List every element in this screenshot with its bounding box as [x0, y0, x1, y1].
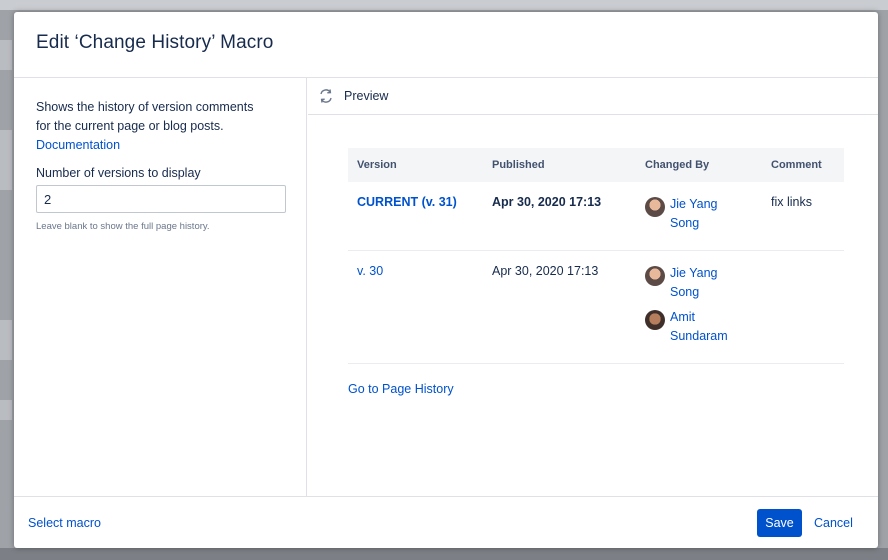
comment-cell: [762, 250, 844, 364]
versions-input[interactable]: [36, 185, 286, 213]
version-link[interactable]: CURRENT (v. 31): [357, 195, 457, 209]
user-link[interactable]: Jie Yang Song: [670, 195, 730, 233]
user-link[interactable]: Amit Sundaram: [670, 308, 740, 346]
macro-settings-panel: Shows the history of version comments fo…: [14, 78, 307, 496]
background-block: [0, 40, 12, 70]
avatar[interactable]: [645, 197, 665, 217]
avatar[interactable]: [645, 266, 665, 286]
versions-field-label: Number of versions to display: [36, 166, 201, 180]
preview-label: Preview: [344, 89, 389, 103]
version-cell: v. 30: [348, 250, 483, 364]
save-button[interactable]: Save: [757, 509, 802, 537]
refresh-icon[interactable]: [318, 88, 334, 104]
table-row: CURRENT (v. 31) Apr 30, 2020 17:13 Jie Y…: [348, 182, 844, 251]
preview-panel: Preview Version Published Changed By Com…: [308, 78, 878, 496]
published-cell: Apr 30, 2020 17:13: [483, 250, 636, 364]
dialog-title: Edit ‘Change History’ Macro: [36, 32, 274, 53]
macro-editor-dialog: Edit ‘Change History’ Macro Shows the hi…: [14, 12, 878, 548]
description-text: Shows the history of version comments fo…: [36, 100, 254, 133]
user-entry: Jie Yang Song: [645, 264, 762, 302]
column-header-version: Version: [348, 148, 483, 182]
background-block: [0, 130, 12, 190]
changed-by-cell: Jie Yang Song: [636, 182, 762, 251]
version-link[interactable]: v. 30: [357, 264, 383, 278]
published-cell: Apr 30, 2020 17:13: [483, 182, 636, 251]
background-footer: [0, 548, 888, 560]
comment-cell: fix links: [762, 182, 844, 251]
dialog-footer: Select macro Save Cancel: [14, 496, 878, 548]
avatar[interactable]: [645, 310, 665, 330]
column-header-comment: Comment: [762, 148, 844, 182]
column-header-changed-by: Changed By: [636, 148, 762, 182]
version-cell: CURRENT (v. 31): [348, 182, 483, 251]
macro-description: Shows the history of version comments fo…: [36, 98, 266, 155]
table-row: v. 30 Apr 30, 2020 17:13 Jie Yang Song A…: [348, 250, 844, 364]
change-history-table: Version Published Changed By Comment CUR…: [348, 148, 844, 364]
user-entry: Jie Yang Song: [645, 195, 762, 233]
select-macro-link[interactable]: Select macro: [28, 516, 101, 530]
background-block: [0, 320, 12, 360]
go-to-page-history-link[interactable]: Go to Page History: [348, 382, 454, 396]
user-entry: Amit Sundaram: [645, 308, 762, 346]
versions-field-hint: Leave blank to show the full page histor…: [36, 221, 210, 232]
dialog-header: Edit ‘Change History’ Macro: [14, 12, 878, 78]
changed-by-cell: Jie Yang Song Amit Sundaram: [636, 250, 762, 364]
table-header-row: Version Published Changed By Comment: [348, 148, 844, 182]
cancel-button[interactable]: Cancel: [814, 509, 853, 537]
documentation-link[interactable]: Documentation: [36, 138, 120, 152]
column-header-published: Published: [483, 148, 636, 182]
preview-header: Preview: [308, 78, 878, 115]
user-link[interactable]: Jie Yang Song: [670, 264, 730, 302]
background-toolbar: [0, 0, 888, 10]
background-block: [0, 400, 12, 420]
